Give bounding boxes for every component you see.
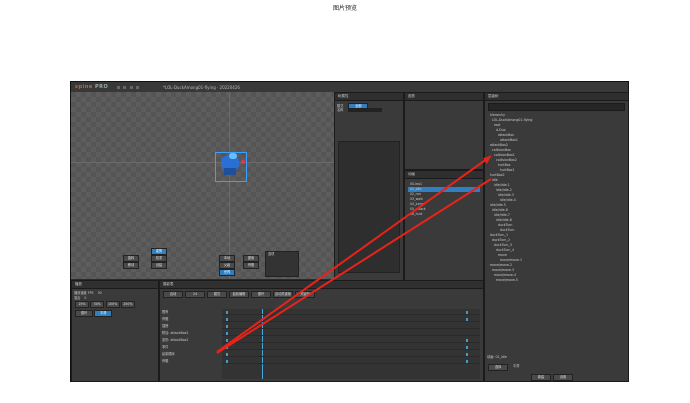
arrow-line-1 (216, 155, 492, 353)
preview-caption: 图片预览 (332, 5, 357, 12)
spine-editor-window: spine PRO *LOL-DuckAmong01-flying · 2022… (70, 81, 629, 382)
arrow-line-2 (216, 178, 492, 354)
annotation-arrows (216, 155, 492, 354)
